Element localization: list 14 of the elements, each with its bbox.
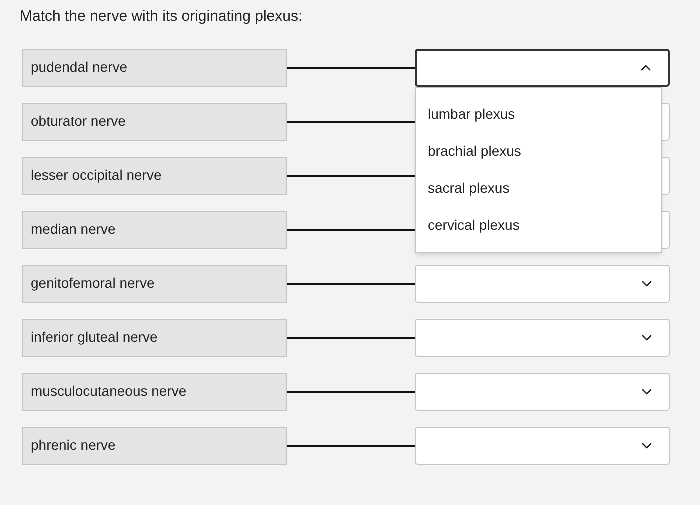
question-text: Match the nerve with its originating plexus: bbox=[20, 7, 304, 27]
dropdown-option[interactable]: sacral plexus bbox=[416, 170, 661, 206]
nerve-label: musculocutaneous nerve bbox=[22, 372, 287, 410]
nerve-label: median nerve bbox=[22, 210, 287, 248]
dropdown-option[interactable]: brachial plexus bbox=[416, 132, 661, 170]
nerve-label: genitofemoral nerve bbox=[22, 264, 287, 302]
answer-dropdown[interactable] bbox=[415, 48, 670, 86]
nerve-label: lesser occipital nerve bbox=[22, 156, 287, 194]
nerve-label: obturator nerve bbox=[22, 102, 287, 140]
dropdown-option[interactable]: lumbar plexus bbox=[416, 96, 661, 132]
nerve-label: pudendal nerve bbox=[22, 48, 287, 86]
dropdown-option[interactable]: cervical plexus bbox=[416, 206, 661, 244]
nerve-label: inferior gluteal nerve bbox=[22, 318, 287, 356]
nerve-label: phrenic nerve bbox=[22, 426, 287, 464]
